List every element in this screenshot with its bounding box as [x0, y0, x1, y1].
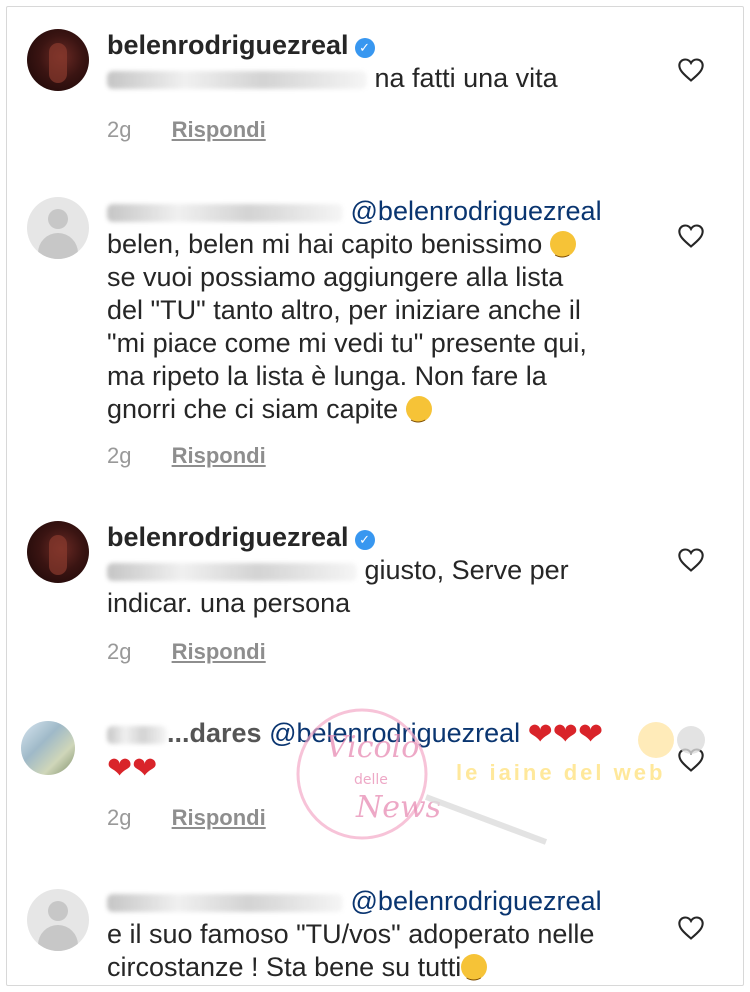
red-heart-emoji-icon: ❤: [527, 718, 553, 751]
default-avatar-icon[interactable]: [27, 889, 89, 951]
comment-meta: 2g Rispondi: [107, 805, 266, 831]
avatar[interactable]: [27, 29, 89, 91]
username[interactable]: belenrodriguezreal: [107, 522, 349, 552]
mention-link[interactable]: @belenrodriguezreal: [351, 886, 602, 916]
verified-badge-icon: ✓: [354, 38, 375, 58]
username-partial[interactable]: ...dares: [167, 718, 262, 748]
reply-button[interactable]: Rispondi: [172, 805, 266, 830]
avatar[interactable]: [27, 521, 89, 583]
comment-text: indicar. una persona: [107, 588, 351, 618]
redacted-username: [107, 725, 167, 744]
username[interactable]: belenrodriguezreal: [107, 30, 349, 60]
redacted-text: [107, 562, 357, 581]
reply-button[interactable]: Rispondi: [172, 639, 266, 664]
like-heart-icon[interactable]: [677, 547, 711, 577]
reply-button[interactable]: Rispondi: [172, 443, 266, 468]
verified-badge-icon: ✓: [354, 530, 375, 550]
comment-text: na fatti una vita: [374, 63, 558, 93]
like-heart-icon[interactable]: [677, 915, 711, 945]
like-heart-icon[interactable]: [677, 747, 711, 777]
like-heart-icon[interactable]: [677, 57, 711, 87]
timestamp: 2g: [107, 117, 132, 142]
comment-line: gnorri che ci siam capite: [107, 394, 399, 424]
like-heart-icon[interactable]: [677, 223, 711, 253]
comment-line: ma ripeto la lista è lunga. Non fare la: [107, 361, 547, 391]
redacted-text: [107, 70, 367, 89]
comment-meta: 2g Rispondi: [107, 117, 266, 143]
comment-line: se vuoi possiamo aggiungere alla lista: [107, 262, 564, 292]
avatar[interactable]: [21, 721, 75, 775]
wink-emoji-icon: [405, 396, 432, 431]
comment-text: giusto, Serve per: [364, 555, 569, 585]
red-heart-emoji-icon: ❤: [577, 718, 604, 751]
red-heart-emoji-icon: ❤: [107, 752, 133, 785]
comment-line: belen, belen mi hai capito benissimo: [107, 229, 543, 259]
comment-line: circostanze ! Sta bene su tutti: [107, 952, 462, 982]
red-heart-emoji-icon: ❤: [552, 718, 578, 751]
timestamp: 2g: [107, 805, 132, 830]
mention-link[interactable]: @belenrodriguezreal: [269, 718, 520, 748]
red-heart-emoji-icon: ❤: [132, 752, 158, 785]
redacted-username: [107, 893, 343, 912]
mention-link[interactable]: @belenrodriguezreal: [351, 196, 602, 226]
comment-line: e il suo famoso "TU/vos" adoperato nelle: [107, 919, 595, 949]
comment-meta: 2g Rispondi: [107, 639, 266, 665]
wink-emoji-icon: [461, 954, 488, 985]
reply-button[interactable]: Rispondi: [172, 117, 266, 142]
default-avatar-icon[interactable]: [27, 197, 89, 259]
redacted-username: [107, 203, 343, 222]
timestamp: 2g: [107, 443, 132, 468]
comments-panel: belenrodriguezreal ✓ na fatti una vita 2g…: [6, 6, 744, 986]
timestamp: 2g: [107, 639, 132, 664]
wink-emoji-icon: [549, 231, 576, 266]
comment-line: "mi piace come mi vedi tu" presente qui,: [107, 328, 587, 358]
comment-line: del "TU" tanto altro, per iniziare anche…: [107, 295, 581, 325]
comment-meta: 2g Rispondi: [107, 443, 266, 469]
